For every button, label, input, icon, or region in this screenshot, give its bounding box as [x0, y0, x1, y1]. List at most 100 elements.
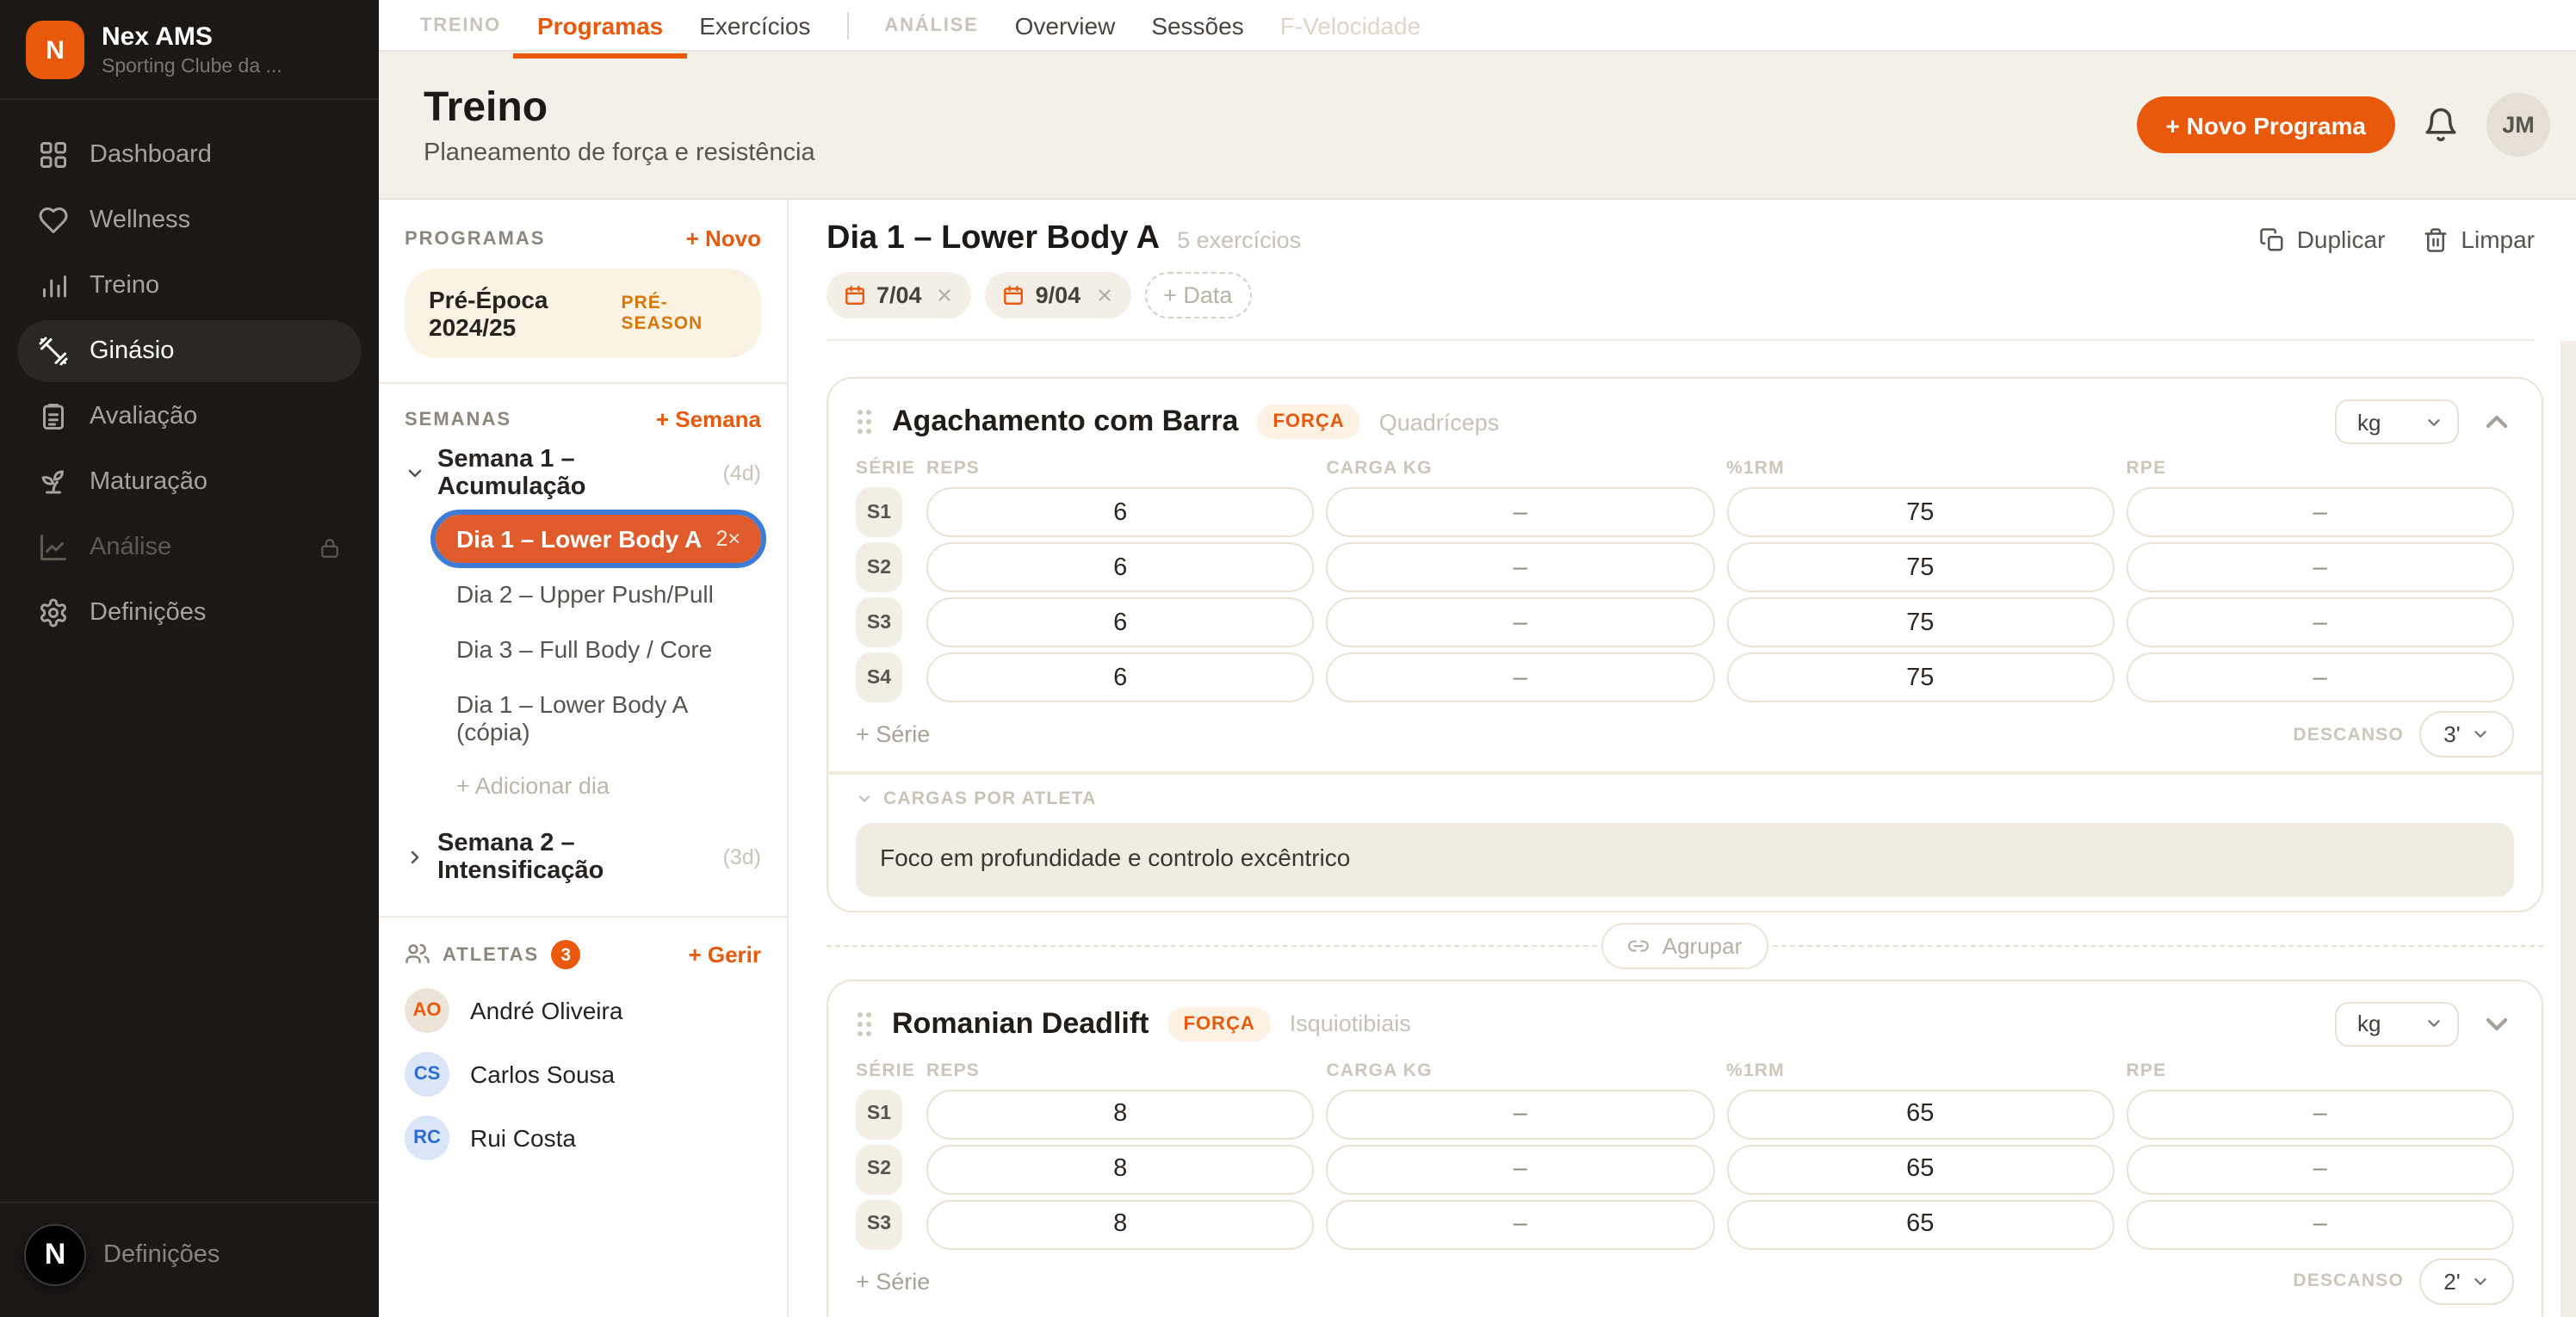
rpe-input[interactable] [2127, 597, 2515, 647]
sidebar: N Nex AMS Sporting Clube da ... Dashboar… [0, 0, 379, 1317]
day-item-dia3[interactable]: Dia 3 – Full Body / Core [436, 625, 761, 673]
exercise-notes[interactable]: Foco em profundidade e controlo excêntri… [856, 822, 2514, 896]
carga-input[interactable] [1327, 1199, 1715, 1249]
day-item-dia1[interactable]: Dia 1 – Lower Body A 2× [436, 515, 761, 563]
exercise-title: Romanian Deadlift [892, 1006, 1149, 1041]
sidebar-item-wellness[interactable]: Wellness [17, 189, 362, 251]
reps-input[interactable] [926, 1199, 1315, 1249]
rpe-input[interactable] [2127, 1089, 2515, 1139]
carga-input[interactable] [1327, 1089, 1715, 1139]
sidebar-item-ginasio[interactable]: Ginásio [17, 320, 362, 382]
add-set-button[interactable]: + Série [856, 1268, 930, 1294]
rm-input[interactable] [1726, 1089, 2115, 1139]
rm-input[interactable] [1726, 652, 2115, 702]
clipboard-icon [38, 401, 69, 432]
loads-section-toggle[interactable]: CARGAS POR ATLETA [856, 788, 2514, 808]
manage-athletes-link[interactable]: + Gerir [688, 942, 761, 968]
user-avatar[interactable]: JM [2486, 93, 2550, 157]
collapse-card-button[interactable] [2480, 1006, 2514, 1041]
add-week-link[interactable]: + Semana [656, 406, 761, 432]
add-set-button[interactable]: + Série [856, 721, 930, 747]
exercise-count: 5 exercícios [1177, 226, 1301, 252]
rm-input[interactable] [1726, 1144, 2115, 1194]
sidebar-item-avaliacao[interactable]: Avaliação [17, 386, 362, 448]
group-button[interactable]: Agrupar [1602, 922, 1768, 968]
athlete-row-rc[interactable]: RC Rui Costa [405, 1116, 761, 1160]
rpe-input[interactable] [2127, 487, 2515, 537]
rpe-input[interactable] [2127, 1199, 2515, 1249]
carga-input[interactable] [1327, 542, 1715, 592]
body-row: PROGRAMAS + Novo Pré-Época 2024/25 PRÉ-S… [379, 198, 2576, 1317]
unit-select[interactable]: kg [2335, 1001, 2459, 1046]
rpe-input[interactable] [2127, 542, 2515, 592]
scrollbar-gutter[interactable] [2561, 341, 2576, 1317]
program-card[interactable]: Pré-Época 2024/25 PRÉ-SEASON [405, 269, 761, 358]
date-chip-label: 9/04 [1036, 282, 1081, 308]
remove-date-icon[interactable] [1094, 286, 1113, 305]
brand-name: Nex AMS [102, 22, 282, 53]
add-day-link[interactable]: + Adicionar dia [436, 766, 761, 806]
add-date-label: + Data [1163, 282, 1232, 308]
rpe-input[interactable] [2127, 652, 2515, 702]
athlete-row-ao[interactable]: AO André Oliveira [405, 988, 761, 1033]
clear-button[interactable]: Limpar [2423, 226, 2535, 253]
athlete-row-cs[interactable]: CS Carlos Sousa [405, 1052, 761, 1097]
carga-input[interactable] [1327, 1144, 1715, 1194]
tab-fvelocidade[interactable]: F-Velocidade [1280, 11, 1421, 39]
reps-input[interactable] [926, 1144, 1315, 1194]
week-1-row[interactable]: Semana 1 – Acumulação (4d) [405, 439, 761, 508]
reps-input[interactable] [926, 487, 1315, 537]
date-chip[interactable]: 9/04 [986, 272, 1131, 318]
carga-input[interactable] [1327, 597, 1715, 647]
sidebar-item-treino[interactable]: Treino [17, 255, 362, 317]
collapse-card-button[interactable] [2480, 405, 2514, 439]
reps-input[interactable] [926, 597, 1315, 647]
rm-input[interactable] [1726, 542, 2115, 592]
drag-handle-icon[interactable] [856, 408, 873, 436]
day-title: Dia 1 – Lower Body A [827, 220, 1160, 258]
week-2-row[interactable]: Semana 2 – Intensificação (3d) [405, 823, 761, 892]
unit-select[interactable]: kg [2335, 399, 2459, 444]
rest-select[interactable]: 2' [2419, 1258, 2514, 1304]
sidebar-item-definicoes[interactable]: Definições [17, 582, 362, 644]
sidebar-footer-label[interactable]: Definições [103, 1241, 220, 1269]
rest-label: DESCANSO [2293, 1271, 2404, 1291]
sidebar-item-maturacao[interactable]: Maturação [17, 451, 362, 513]
tab-programas[interactable]: Programas [537, 11, 663, 39]
remove-date-icon[interactable] [936, 286, 955, 305]
duplicate-button[interactable]: Duplicar [2259, 226, 2386, 253]
reps-input[interactable] [926, 1089, 1315, 1139]
day-item-dia1-copia[interactable]: Dia 1 – Lower Body A (cópia) [436, 680, 761, 756]
tab-overview[interactable]: Overview [1015, 11, 1116, 39]
sidebar-item-analise[interactable]: Análise [17, 516, 362, 578]
set-label: S1 [856, 1089, 902, 1139]
rm-input[interactable] [1726, 1199, 2115, 1249]
set-row: S2 [856, 1144, 2514, 1194]
rm-input[interactable] [1726, 487, 2115, 537]
set-table: SÉRIE REPS CARGA KG %1RM RPE S1 [856, 458, 2514, 702]
carga-input[interactable] [1327, 487, 1715, 537]
tab-exercicios[interactable]: Exercícios [699, 11, 810, 39]
bell-icon[interactable] [2423, 107, 2459, 143]
exercise-card-agachamento: Agachamento com Barra FORÇA Quadríceps k… [827, 377, 2543, 912]
semanas-section-label: SEMANAS [405, 409, 511, 430]
program-phase-badge: PRÉ-SEASON [622, 293, 737, 334]
rest-select[interactable]: 3' [2419, 711, 2514, 757]
brand-org: Sporting Clube da ... [102, 57, 282, 77]
reps-input[interactable] [926, 542, 1315, 592]
new-program-button[interactable]: + Novo Programa [2136, 96, 2395, 153]
rm-input[interactable] [1726, 597, 2115, 647]
new-program-link[interactable]: + Novo [686, 226, 761, 251]
add-date-chip[interactable]: + Data [1144, 272, 1251, 318]
carga-input[interactable] [1327, 652, 1715, 702]
tab-sessoes[interactable]: Sessões [1151, 11, 1243, 39]
drag-handle-icon[interactable] [856, 1010, 873, 1037]
sidebar-item-dashboard[interactable]: Dashboard [17, 124, 362, 186]
rpe-input[interactable] [2127, 1144, 2515, 1194]
chevron-down-icon [856, 789, 873, 807]
exercise-muscle: Quadríceps [1379, 409, 1500, 435]
day-item-dia2[interactable]: Dia 2 – Upper Push/Pull [436, 570, 761, 618]
date-chip[interactable]: 7/04 [827, 272, 972, 318]
dev-badge[interactable]: N [24, 1224, 86, 1286]
reps-input[interactable] [926, 652, 1315, 702]
